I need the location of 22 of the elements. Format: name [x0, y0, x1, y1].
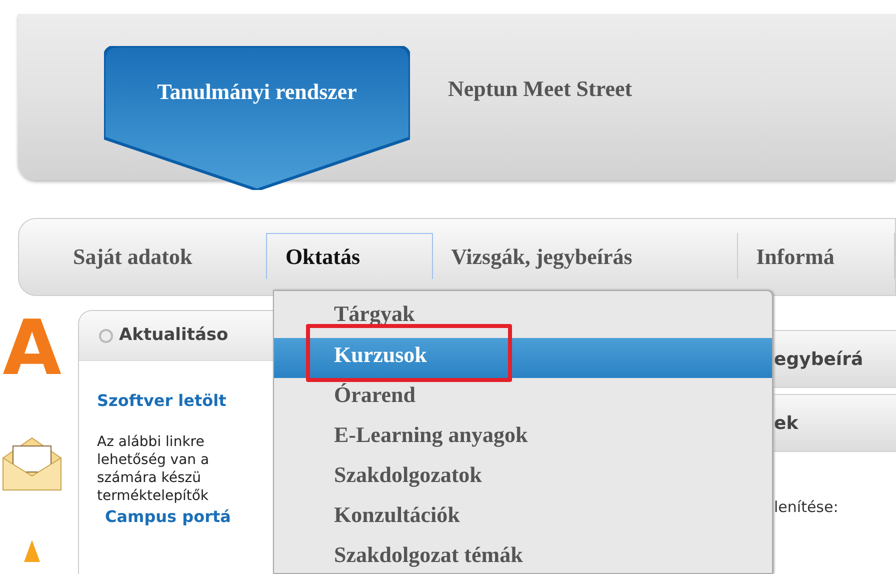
portal-link[interactable]: Campus portá: [105, 505, 256, 529]
menu-item[interactable]: Szakdolgozatok: [274, 458, 772, 498]
menu-item[interactable]: Kurzusok: [274, 338, 772, 378]
envelope-icon[interactable]: [1, 436, 63, 492]
nav-tab[interactable]: Oktatás: [266, 233, 434, 279]
menu-item[interactable]: Szakdolgozat témák: [274, 538, 772, 573]
menu-item[interactable]: Konzultációk: [274, 498, 772, 538]
news-heading-link[interactable]: Szoftver letölt: [97, 389, 256, 413]
panel-title: Aktualitáso: [119, 324, 228, 347]
panel-title: egybeírá: [774, 348, 864, 372]
bullet-icon: [99, 328, 113, 342]
nav-tab[interactable]: Saját adatok: [55, 233, 266, 279]
menu-item[interactable]: Órarend: [274, 378, 772, 418]
system-badge[interactable]: Tanulmányi rendszer: [104, 46, 410, 190]
nav-tab[interactable]: Vizsgák, jegybeírás: [433, 233, 738, 279]
menu-item[interactable]: E-Learning anyagok: [274, 418, 772, 458]
nav-tab[interactable]: Informá: [738, 233, 895, 279]
panel-title: ek: [774, 412, 798, 436]
field-label: lenítése:: [774, 497, 840, 518]
menu-item[interactable]: Tárgyak: [274, 295, 772, 338]
news-text: Az alábbi linkre lehetőség van a számára készü terméktelepítők: [97, 433, 210, 505]
site-title: Neptun Meet Street: [448, 75, 632, 103]
